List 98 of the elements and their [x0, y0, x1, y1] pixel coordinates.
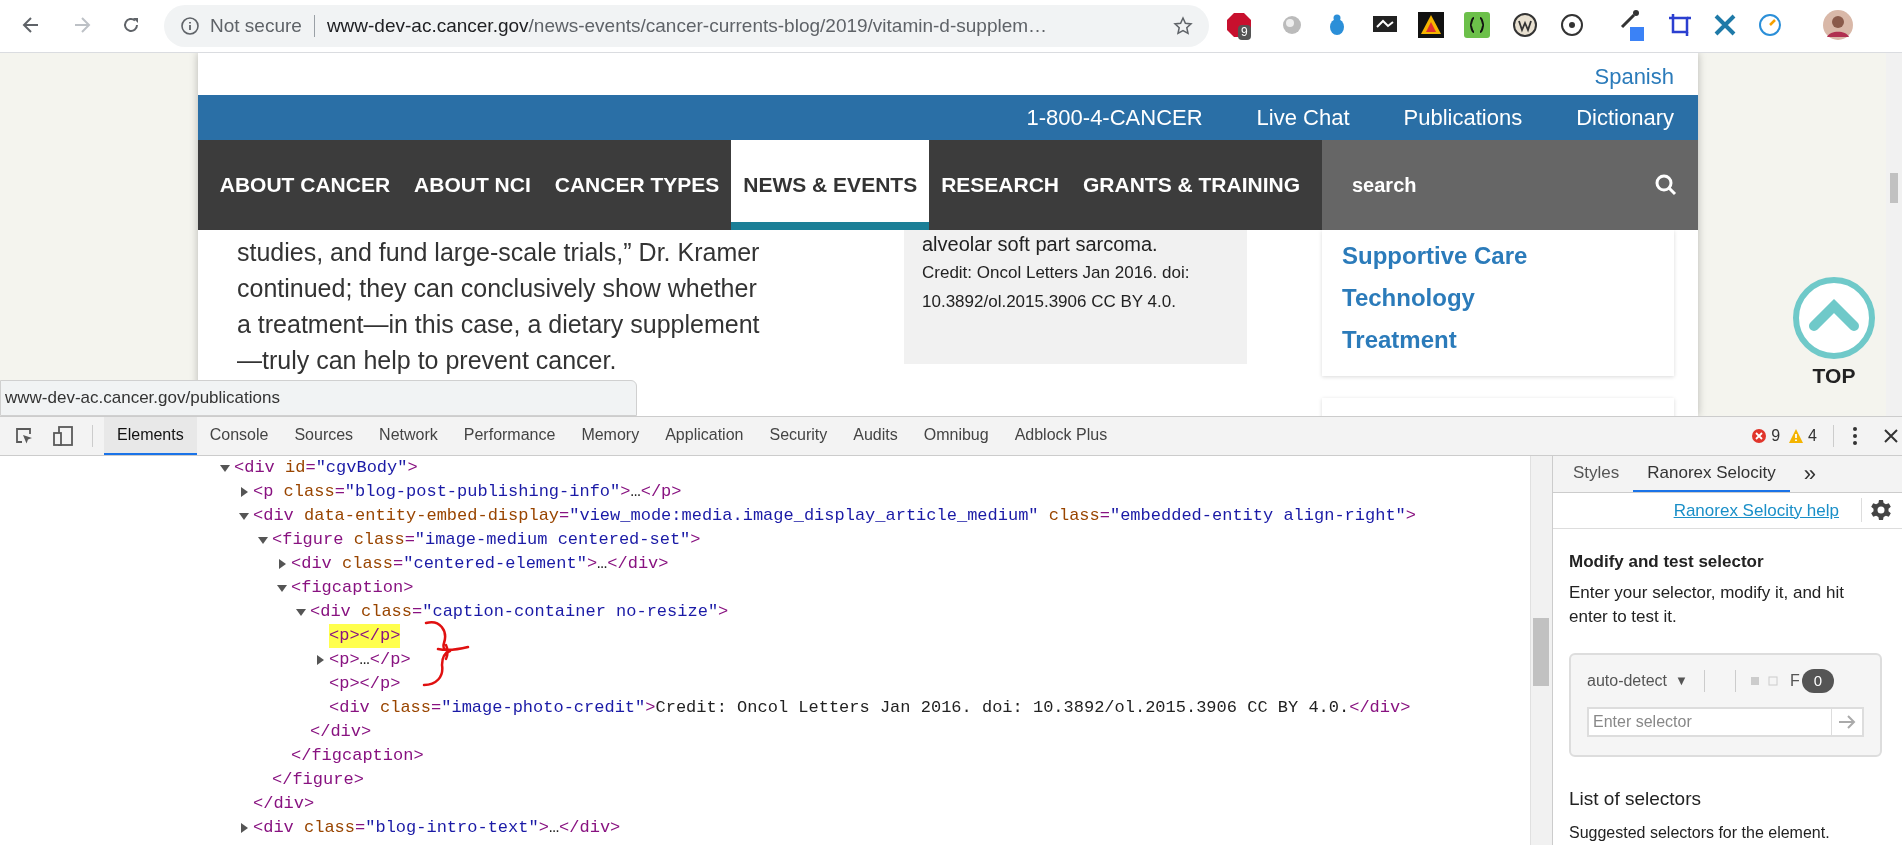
code-line[interactable]: </figure>	[272, 768, 364, 792]
inspect-icon[interactable]	[14, 426, 34, 446]
more-tabs-chevron[interactable]: »	[1803, 457, 1817, 491]
expand-toggle-icon[interactable]	[239, 511, 249, 521]
devtools-tab[interactable]: Audits	[840, 417, 911, 455]
code-line[interactable]: <div class="image-photo-credit">Credit: Oncol Letters Jan 2016. doi: 10.3892/ol.2015.3906 CC BY 4.0.</div>	[329, 696, 1411, 720]
info-icon[interactable]	[180, 16, 200, 36]
expand-toggle-icon[interactable]	[277, 559, 287, 569]
code-line[interactable]: </div>	[310, 720, 372, 744]
security-label: Not secure	[210, 13, 302, 38]
back-to-top-button[interactable]: TOP	[1790, 276, 1878, 392]
target-icon[interactable]	[1560, 13, 1584, 37]
avatar-icon[interactable]	[1823, 10, 1853, 40]
devtools-tab[interactable]: Network	[366, 417, 451, 455]
utility-link[interactable]: Dictionary	[1576, 101, 1674, 134]
devtools-tab[interactable]: Memory	[568, 417, 653, 455]
warning-count: 4	[1808, 426, 1817, 446]
back-icon[interactable]	[21, 15, 41, 35]
chevron-up-icon	[1792, 276, 1876, 360]
photo-credit: Credit: Oncol Letters Jan 2016. doi: 10.3892/ol.2015.3906 CC BY 4.0.	[922, 262, 1191, 313]
devtools-tab[interactable]: Console	[196, 417, 282, 455]
close-icon[interactable]	[1884, 429, 1898, 443]
code-line[interactable]: <div id="cgvBody">	[234, 456, 418, 480]
nav-tab[interactable]: ABOUT NCI	[402, 140, 543, 230]
nav-tab[interactable]: CANCER TYPES	[542, 140, 732, 230]
nav-tab[interactable]: ABOUT CANCER	[207, 140, 403, 230]
settings-icon[interactable]	[1870, 499, 1892, 522]
code-line[interactable]: </figcaption>	[291, 744, 424, 768]
crop-icon[interactable]	[1668, 13, 1692, 37]
caption-text: alveolar soft part sarcoma.	[922, 232, 1159, 256]
code-line[interactable]: <p class="blog-post-publishing-info">…</p>	[253, 480, 682, 504]
search-field[interactable]: search	[1322, 140, 1698, 230]
braces-icon[interactable]	[1464, 12, 1490, 38]
expand-toggle-icon[interactable]	[220, 463, 230, 473]
topic-link[interactable]: Supportive Care	[1342, 238, 1654, 274]
expand-toggle-icon[interactable]	[239, 823, 249, 833]
code-line[interactable]: <p>…</p>	[329, 648, 411, 672]
star-icon[interactable]	[1173, 16, 1193, 36]
selector-input[interactable]: Enter selector	[1587, 706, 1832, 737]
language-link[interactable]: Spanish	[1594, 60, 1674, 93]
warning-icon	[1788, 428, 1805, 444]
nav-tab[interactable]: RESEARCH	[929, 140, 1071, 230]
reload-icon[interactable]	[121, 15, 141, 35]
devtools-tab[interactable]: Security	[756, 417, 841, 455]
code-line[interactable]: <figure class="image-medium centered-set">	[272, 528, 701, 552]
expand-toggle-icon[interactable]	[296, 607, 306, 617]
expand-toggle-icon[interactable]	[258, 535, 268, 545]
sidebar-tab[interactable]: Ranorex Selocity	[1633, 456, 1790, 492]
code-line[interactable]: <p></p>	[329, 672, 401, 696]
tools-icon[interactable]	[1713, 13, 1737, 37]
sidebar-tab[interactable]: Styles	[1559, 456, 1634, 492]
nav-tab[interactable]: GRANTS & TRAINING	[1071, 140, 1312, 230]
section-heading: Modify and test selector	[1569, 551, 1765, 573]
mode-dropdown[interactable]: auto-detect ▼	[1587, 668, 1688, 693]
cut-label: F	[1789, 670, 1800, 691]
status-url-tooltip: www-dev-ac.cancer.gov/publications	[0, 380, 637, 416]
section-description: Suggested selectors for the element.	[1569, 823, 1831, 843]
match-count-badge: 0	[1801, 668, 1835, 693]
nav-tab[interactable]: NEWS & EVENTS	[731, 140, 930, 230]
expand-toggle-icon[interactable]	[315, 655, 325, 665]
utility-link[interactable]: Publications	[1403, 101, 1523, 134]
code-line[interactable]: </div>	[253, 792, 315, 816]
expand-toggle-icon[interactable]	[239, 487, 249, 497]
utility-link[interactable]: Live Chat	[1256, 101, 1350, 134]
article-paragraph: studies, and fund large-scale trials,” Dr. Kramer continued; they can conclusively show whether a treatment—in this case, a dietary supplement —truly can help to prevent cancer.	[237, 237, 761, 376]
expand-toggle-icon[interactable]	[277, 583, 287, 593]
device-icon[interactable]	[52, 425, 74, 447]
circle-letter-icon[interactable]	[1512, 12, 1538, 38]
devtools-tab[interactable]: Sources	[281, 417, 367, 455]
search-icon[interactable]	[1654, 173, 1678, 197]
topic-link[interactable]: Technology	[1342, 280, 1654, 316]
more-options-icon[interactable]	[1852, 426, 1858, 446]
eyedropper-icon[interactable]	[1618, 9, 1646, 41]
utility-link[interactable]: 1-800-4-CANCER	[1026, 101, 1203, 134]
topic-link[interactable]: Treatment	[1342, 322, 1654, 358]
code-line[interactable]: <div class="caption-container no-resize">	[310, 600, 729, 624]
section-description: Enter your selector, modify it, and hit enter to test it.	[1569, 581, 1845, 628]
brace-annotation	[420, 619, 472, 689]
devtools-tab[interactable]: Adblock Plus	[1001, 417, 1121, 455]
address-bar[interactable]: Not secure www-dev-ac.cancer.gov/news-events/cancer-currents-blog/2019/vitamin-d-supplem…	[164, 5, 1209, 47]
devtools-tab[interactable]: Application	[652, 417, 757, 455]
section-heading: List of selectors	[1569, 786, 1702, 811]
error-icon	[1751, 428, 1768, 444]
devtools-tab[interactable]: Elements	[104, 417, 197, 455]
gauge-icon[interactable]	[1758, 13, 1782, 37]
devtools-tab[interactable]: Omnibug	[910, 417, 1002, 455]
scrollbar-thumb[interactable]	[1890, 173, 1898, 203]
scrollbar-thumb[interactable]	[1533, 618, 1549, 686]
extension-badge: 9	[1238, 25, 1251, 40]
error-count: 9	[1771, 426, 1781, 446]
arrow-right-icon	[1838, 713, 1856, 730]
code-line[interactable]: <div class="centered-element">…</div>	[291, 552, 669, 576]
code-line[interactable]: <div data-entity-embed-display="view_mode:media.image_display_article_medium" class="embedded-entity align-right">	[253, 504, 1417, 528]
devtools-tab[interactable]: Performance	[450, 417, 569, 455]
code-line[interactable]: <div class="blog-intro-text">…</div>	[253, 816, 621, 840]
help-link[interactable]: Ranorex Selocity help	[1673, 497, 1839, 523]
url-text[interactable]: www-dev-ac.cancer.gov/news-events/cancer-currents-blog/2019/vitamin-d-supplem…	[326, 11, 1048, 41]
code-line[interactable]: <figcaption>	[291, 576, 414, 600]
